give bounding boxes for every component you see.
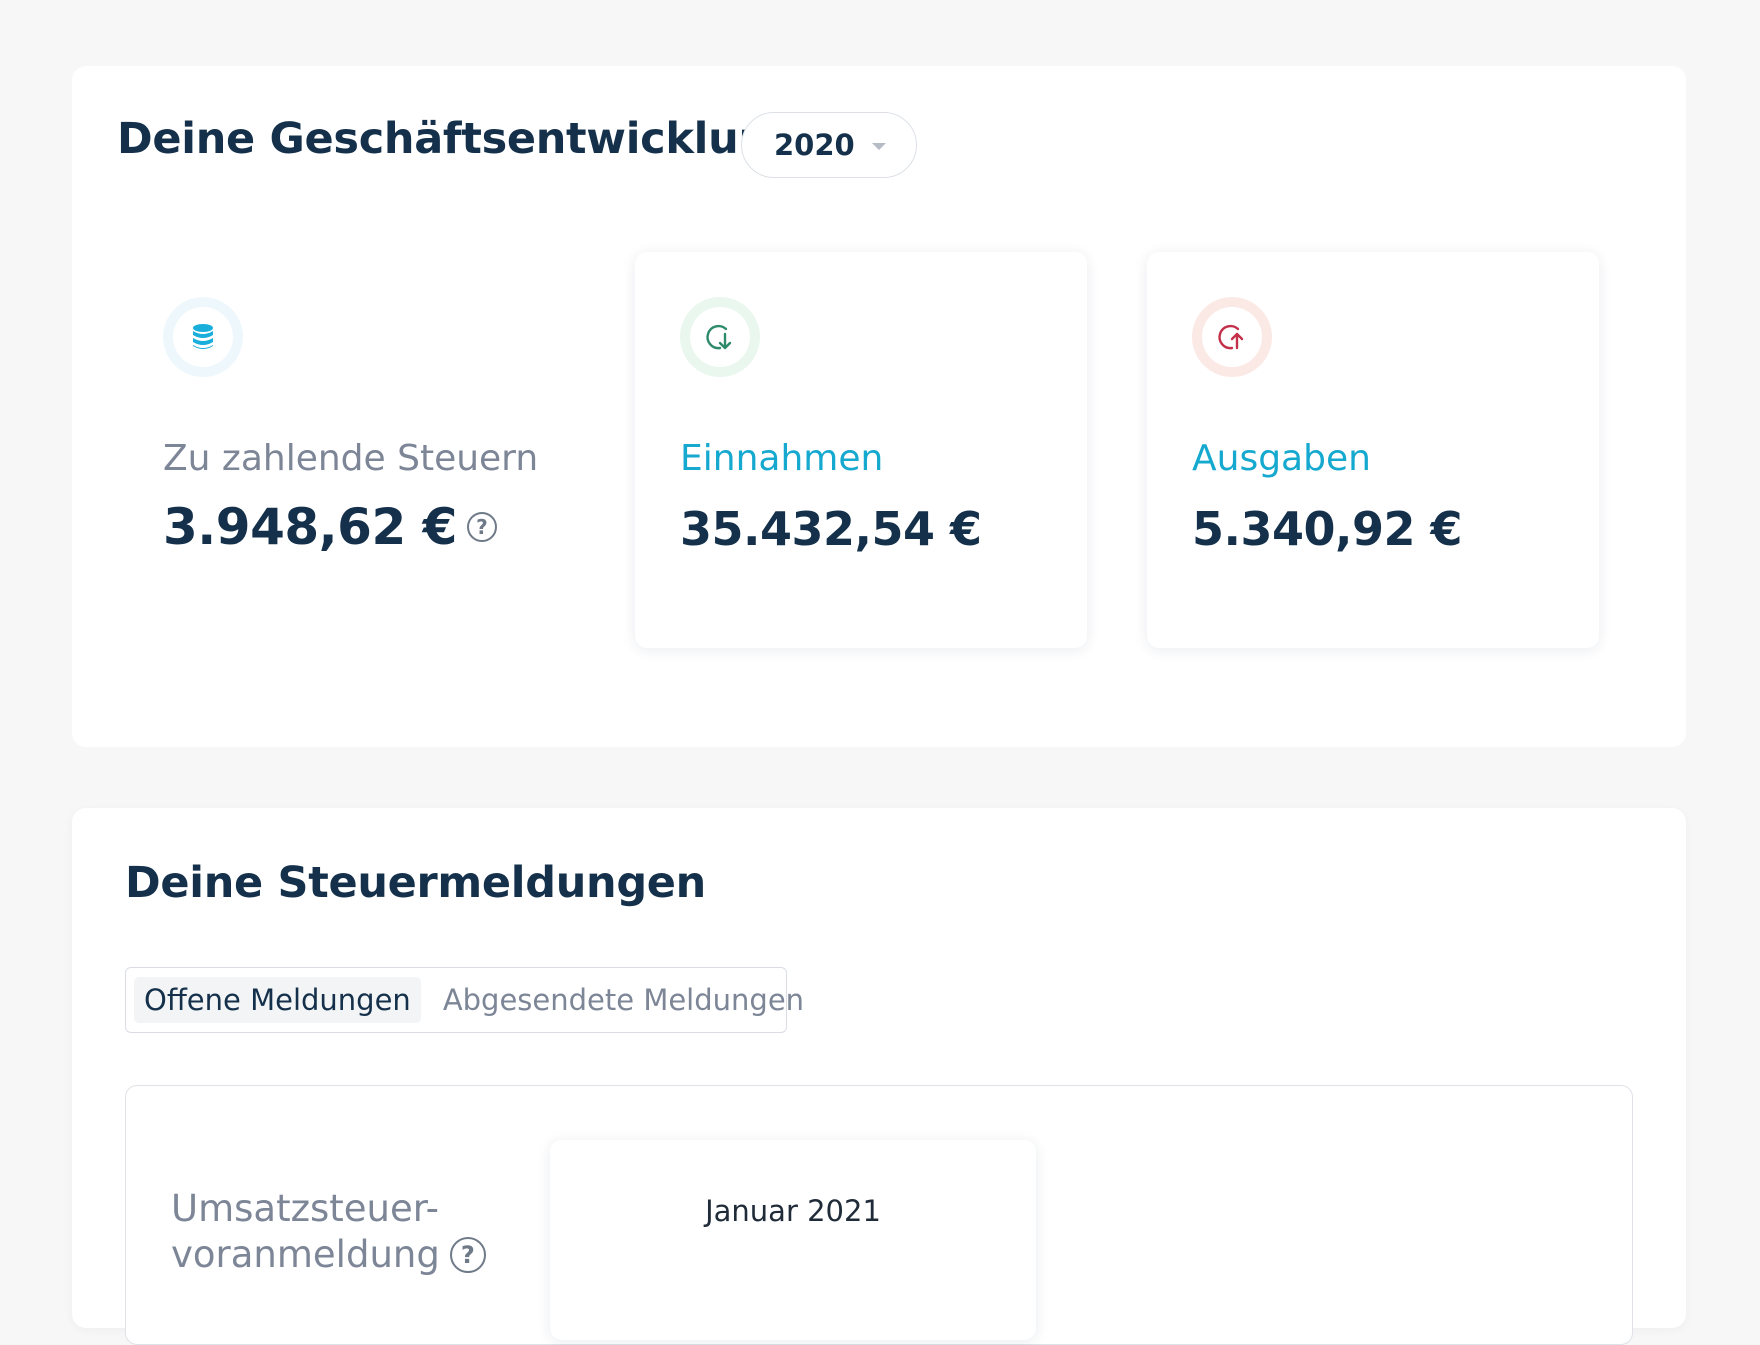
- year-select-value: 2020: [774, 128, 855, 162]
- database-icon: [163, 297, 243, 377]
- report-type-line2-row: voranmeldung?: [171, 1232, 486, 1278]
- circle-arrow-down-icon: [680, 297, 760, 377]
- metric-expenses: Ausgaben 5.340,92 €: [1147, 252, 1599, 648]
- metric-income-label: Einnahmen: [680, 438, 884, 479]
- business-title: Deine Geschäftsentwicklung: [117, 114, 800, 164]
- tax-reports-title: Deine Steuermeldungen: [125, 858, 706, 908]
- metric-income-value: 35.432,54 €: [680, 502, 982, 556]
- metric-expenses-value: 5.340,92 €: [1192, 502, 1463, 556]
- metric-taxes-value: 3.948,62 €: [163, 498, 457, 556]
- tax-reports-card: Deine Steuermeldungen Offene Meldungen A…: [72, 808, 1686, 1345]
- help-icon[interactable]: ?: [449, 1236, 486, 1273]
- tab-open-reports[interactable]: Offene Meldungen: [134, 977, 421, 1023]
- business-development-card: Deine Geschäftsentwicklung 2020 Zu zahle…: [72, 66, 1686, 747]
- month-label: Januar 2021: [705, 1194, 881, 1228]
- metric-taxes: Zu zahlende Steuern 3.948,62 €?: [72, 252, 538, 648]
- metric-taxes-label: Zu zahlende Steuern: [163, 438, 539, 479]
- report-type-line2: voranmeldung: [171, 1233, 440, 1276]
- tax-reports-tabs: Offene Meldungen Abgesendete Meldungen: [125, 967, 804, 1033]
- report-list: Umsatzsteuer- voranmeldung? Januar 2021: [125, 1085, 1633, 1345]
- report-type: Umsatzsteuer- voranmeldung?: [171, 1186, 486, 1278]
- tab-sent-reports[interactable]: Abgesendete Meldungen: [433, 977, 814, 1023]
- chevron-down-icon: [872, 143, 886, 150]
- year-select[interactable]: 2020: [741, 112, 917, 178]
- circle-arrow-up-icon: [1192, 297, 1272, 377]
- month-card[interactable]: Januar 2021: [550, 1140, 1036, 1340]
- metric-taxes-value-row: 3.948,62 €?: [163, 498, 497, 556]
- help-icon[interactable]: ?: [466, 511, 497, 542]
- report-type-line1: Umsatzsteuer-: [171, 1187, 439, 1230]
- metric-income: Einnahmen 35.432,54 €: [635, 252, 1087, 648]
- metric-expenses-label: Ausgaben: [1192, 438, 1371, 479]
